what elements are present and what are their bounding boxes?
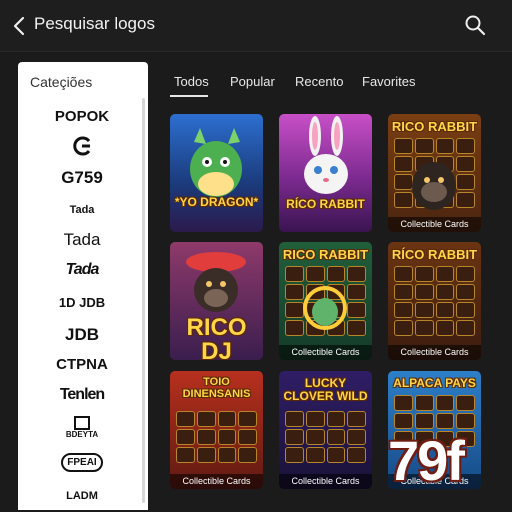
tab-popular[interactable]: Popular xyxy=(230,74,275,89)
crowned-frog-art-icon xyxy=(303,286,347,330)
tab-favorites[interactable]: Favorites xyxy=(362,74,415,89)
symbol-grid xyxy=(176,411,257,463)
logo-label: Tada xyxy=(69,204,95,216)
search-icon[interactable] xyxy=(464,14,486,36)
logo-label: Tada xyxy=(65,261,100,278)
top-bar: Pesquisar logos xyxy=(0,0,512,52)
rabbit-art-icon xyxy=(304,116,348,194)
gorilla-art-icon xyxy=(412,162,456,210)
tile-title: RÍCO RABBIT xyxy=(286,197,365,211)
logo-label: FPEAI xyxy=(61,453,103,472)
tile-title: RICO DJ xyxy=(186,314,247,361)
tile-subtitle: Collectible Cards xyxy=(279,474,372,489)
logo-label: LADM xyxy=(66,490,98,502)
logo-g[interactable]: G xyxy=(26,134,138,163)
dragon-art-icon xyxy=(190,128,242,197)
logo-jdb[interactable]: JDB xyxy=(26,325,138,345)
logo-tenlen[interactable]: Tenlen xyxy=(26,386,138,404)
sidebar-heading: Cateçiões xyxy=(30,74,93,90)
category-sidebar: Cateçiões POPOK G G759 Tada Tada Tada 1D… xyxy=(18,62,148,510)
logo-ctpna[interactable]: CTPNA xyxy=(26,356,138,374)
logo-fpeai[interactable]: FPEAI xyxy=(26,452,138,472)
logo-tada-italic[interactable]: Tada xyxy=(26,261,138,279)
logo-label: Tada xyxy=(63,230,101,249)
logo-1d-jdb[interactable]: 1D JDB xyxy=(26,294,138,312)
page-title: Pesquisar logos xyxy=(34,14,155,33)
tab-todos[interactable]: Todos xyxy=(174,74,209,89)
watermark-logo: 79f xyxy=(388,429,465,492)
tile-title: ALPACA PAYS xyxy=(393,376,476,390)
tile-subtitle: Collectible Cards xyxy=(279,345,372,360)
logo-label: CTPNA xyxy=(56,356,108,373)
active-tab-indicator xyxy=(170,95,208,97)
sidebar-scrollbar[interactable] xyxy=(142,98,145,503)
logo-ladm[interactable]: LADM xyxy=(26,486,138,504)
logo-label: 1D JDB xyxy=(58,295,106,310)
game-tile-rico-dj[interactable]: RICO DJ xyxy=(170,242,263,360)
game-tile-rico-rabbit-3[interactable]: RICO RABBIT Collectible Cards xyxy=(279,242,372,360)
logo-tada-small[interactable]: Tada xyxy=(26,200,138,218)
bdeyta-mark-icon xyxy=(74,416,90,430)
symbol-grid xyxy=(394,266,475,336)
tile-title: LUCKY CLOVER WILD xyxy=(283,376,368,403)
game-tile-rico-rabbit-1[interactable]: RÍCO RABBIT xyxy=(279,114,372,232)
logo-popok[interactable]: POPOK xyxy=(26,108,138,126)
tile-title: *YO DRAGON* xyxy=(174,195,259,209)
tile-subtitle: Collectible Cards xyxy=(170,474,263,489)
logo-tada[interactable]: Tada xyxy=(26,230,138,250)
tile-subtitle: Collectible Cards xyxy=(388,345,481,360)
logo-label: JDB xyxy=(64,325,99,344)
game-tile-yo-dragon[interactable]: *YO DRAGON* xyxy=(170,114,263,232)
tile-subtitle: Collectible Cards xyxy=(388,217,481,232)
tab-recento[interactable]: Recento xyxy=(295,74,343,89)
tile-title: RÍCO RABBIT xyxy=(391,247,478,262)
game-tile-rico-rabbit-2[interactable]: RICO RABBIT Collectible Cards xyxy=(388,114,481,232)
logo-g759[interactable]: G759 xyxy=(26,168,138,188)
logo-label: Tenlen xyxy=(59,386,105,403)
symbol-grid xyxy=(285,411,366,463)
logo-bdeyta[interactable]: BDEYTA xyxy=(26,416,138,439)
game-tile-lucky-clover-wild[interactable]: LUCKY CLOVER WILD Collectible Cards xyxy=(279,371,372,489)
logo-label: POPOK xyxy=(54,108,110,125)
logo-label: G759 xyxy=(61,168,103,187)
chevron-left-icon[interactable] xyxy=(10,14,30,38)
logo-label: BDEYTA xyxy=(65,430,99,439)
filter-tabs: Todos Popular Recento Favorites xyxy=(170,70,500,98)
g-logo-icon xyxy=(73,136,91,156)
tile-title: TOIO DINENSANIS xyxy=(182,376,251,400)
game-tile-rico-rabbit-4[interactable]: RÍCO RABBIT Collectible Cards xyxy=(388,242,481,360)
game-tile-toio-dinensanis[interactable]: TOIO DINENSANIS Collectible Cards xyxy=(170,371,263,489)
